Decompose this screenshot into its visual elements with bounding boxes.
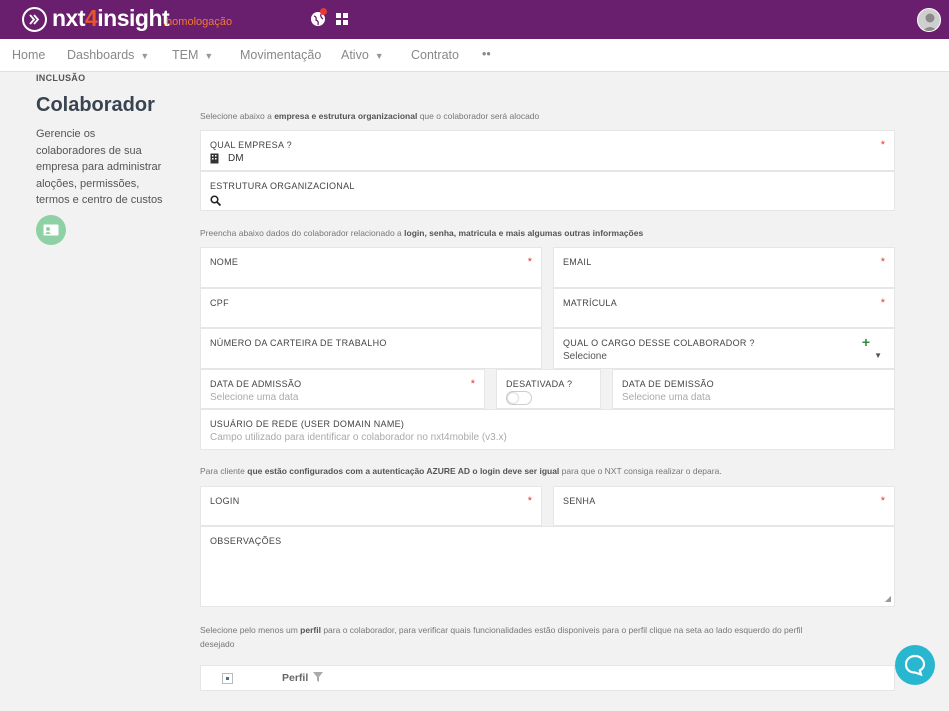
environment-label: .homologação (163, 16, 233, 28)
brand-logo[interactable]: nxt4insight (52, 5, 170, 32)
chevron-down-icon: ▼ (140, 51, 150, 61)
chevron-down-icon[interactable]: ▼ (874, 351, 882, 360)
chevrons-right-icon[interactable] (22, 7, 47, 32)
page-title: Colaborador (36, 94, 155, 116)
user-avatar-icon[interactable] (917, 8, 941, 32)
usuario-rede-field[interactable]: USUÁRIO DE REDE (USER DOMAIN NAME) Campo… (200, 409, 895, 450)
matricula-field[interactable]: MATRÍCULA * (553, 288, 895, 328)
menu-dashboards[interactable]: Dashboards ▼ (67, 48, 149, 62)
breadcrumb: INCLUSÃO (36, 73, 86, 83)
search-icon[interactable] (210, 195, 221, 206)
grid-icon[interactable] (336, 13, 348, 25)
main-menu: Home Dashboards ▼ TEM ▼ Movimentação Ativo… (0, 39, 949, 72)
building-icon (210, 153, 219, 164)
login-field[interactable]: LOGIN * (200, 486, 542, 526)
menu-contrato[interactable]: Contrato (411, 48, 459, 62)
cpf-field[interactable]: CPF (200, 288, 542, 328)
notification-dot (320, 8, 327, 15)
empresa-value: DM (228, 153, 244, 164)
menu-more[interactable]: •• (482, 47, 491, 61)
menu-home[interactable]: Home (12, 48, 45, 62)
email-field[interactable]: EMAIL * (553, 247, 895, 288)
demissao-field[interactable]: DATA DE DEMISSÃO Selecione uma data (612, 369, 895, 409)
estrutura-field[interactable]: ESTRUTURA ORGANIZACIONAL (200, 171, 895, 211)
chat-icon (904, 654, 926, 676)
empresa-field[interactable]: QUAL EMPRESA ? DM * (200, 130, 895, 171)
chevron-down-icon: ▼ (374, 51, 384, 61)
desativada-field: DESATIVADA ? (496, 369, 601, 409)
observacoes-textarea[interactable]: OBSERVAÇÕES ◢ (200, 526, 895, 607)
resize-handle[interactable]: ◢ (885, 594, 891, 603)
cargo-select[interactable]: QUAL O CARGO DESSE COLABORADOR ? + Selec… (553, 328, 895, 369)
nome-field[interactable]: NOME * (200, 247, 542, 288)
hint-azure: Para cliente que estão configurados com … (200, 466, 722, 476)
desativada-toggle[interactable] (506, 391, 532, 405)
hint-perfil-cont: desejado (200, 639, 235, 649)
column-perfil[interactable]: Perfil (282, 672, 324, 684)
menu-ativo[interactable]: Ativo ▼ (341, 48, 384, 62)
hint-perfil: Selecione pelo menos um perfil para o co… (200, 625, 803, 635)
admissao-field[interactable]: DATA DE ADMISSÃO Selecione uma data * (200, 369, 485, 409)
filter-icon[interactable] (313, 672, 324, 682)
carteira-field[interactable]: NÚMERO DA CARTEIRA DE TRABALHO (200, 328, 542, 369)
menu-tem[interactable]: TEM ▼ (172, 48, 213, 62)
add-cargo-button[interactable]: + (862, 334, 870, 350)
senha-field[interactable]: SENHA * (553, 486, 895, 526)
perfil-table-header: Perfil (200, 665, 895, 691)
menu-movimentacao[interactable]: Movimentação (240, 48, 321, 62)
id-card-icon (36, 215, 66, 245)
hint-dados: Preencha abaixo dados do colaborador rel… (200, 228, 644, 238)
chevron-down-icon: ▼ (204, 51, 214, 61)
page-description: Gerencie os colaboradores de sua empresa… (36, 128, 163, 206)
select-all-checkbox[interactable] (222, 673, 233, 684)
cargo-value: Selecione (563, 351, 607, 362)
chat-button[interactable] (895, 645, 935, 685)
top-bar: nxt4insight .homologação (0, 0, 949, 39)
hint-empresa: Selecione abaixo a empresa e estrutura o… (200, 111, 540, 121)
